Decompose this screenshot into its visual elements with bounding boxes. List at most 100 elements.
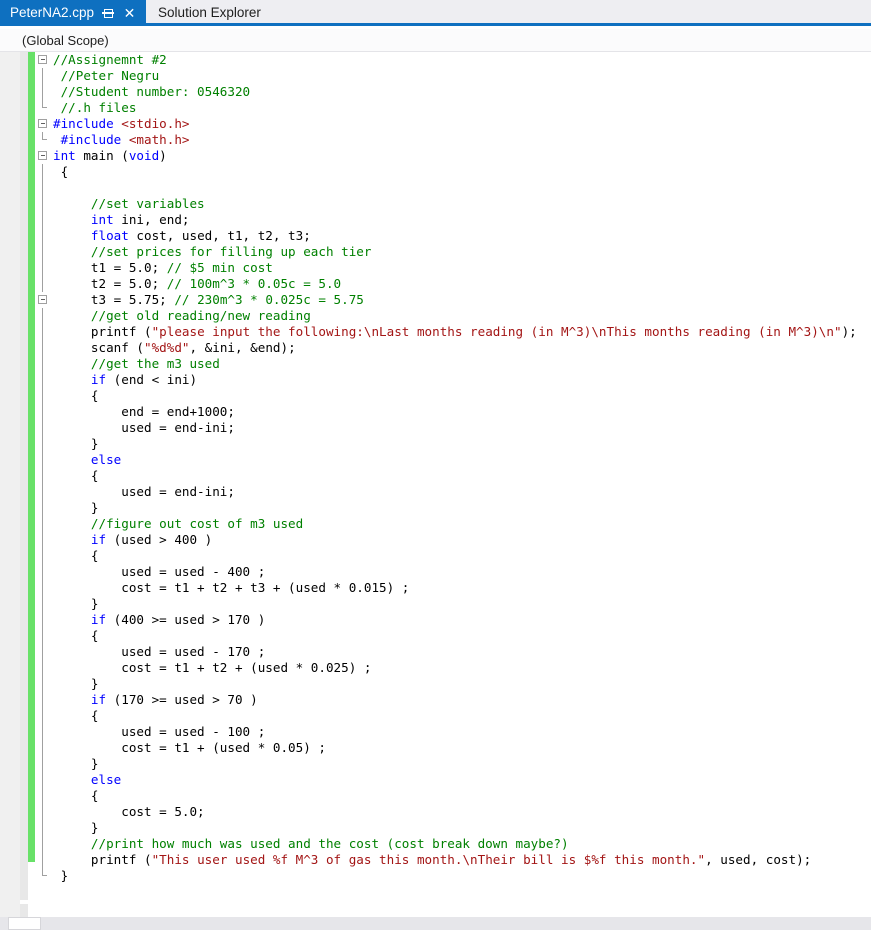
code-token-pln: end = end+1000;	[53, 404, 235, 419]
code-line[interactable]: {	[35, 628, 857, 644]
fold-guide-line	[42, 532, 43, 548]
code-line[interactable]: //.h files	[35, 100, 857, 116]
code-line[interactable]: used = used - 170 ;	[35, 644, 857, 660]
fold-guide-line	[42, 500, 43, 516]
fold-guide-line	[42, 372, 43, 388]
code-line[interactable]: used = end-ini;	[35, 420, 857, 436]
code-token-pln: );	[841, 324, 857, 339]
close-icon[interactable]: ✕	[121, 3, 138, 23]
scope-selector[interactable]: (Global Scope)	[0, 29, 109, 52]
fold-guide-end	[42, 868, 47, 876]
code-token-pln: {	[53, 788, 99, 803]
code-line[interactable]: }	[35, 820, 857, 836]
fold-collapse-icon[interactable]	[38, 151, 47, 160]
fold-guide-line	[42, 852, 43, 868]
code-line[interactable]: //print how much was used and the cost (…	[35, 836, 857, 852]
code-line[interactable]: {	[35, 164, 857, 180]
tab-peterna2-cpp[interactable]: PeterNA2.cpp ✕	[0, 0, 147, 26]
code-token-pln: (400 >= used > 170 )	[106, 612, 266, 627]
horizontal-scroll-thumb[interactable]	[8, 917, 41, 930]
code-editor[interactable]: //Assignemnt #2 //Peter Negru //Student …	[0, 52, 871, 917]
code-token-pln: {	[53, 628, 99, 643]
code-line[interactable]: used = used - 100 ;	[35, 724, 857, 740]
code-token-pln: }	[53, 676, 99, 691]
code-line[interactable]: printf ("This user used %f M^3 of gas th…	[35, 852, 857, 868]
code-line[interactable]: if (400 >= used > 170 )	[35, 612, 857, 628]
code-token-str: "%d%d"	[144, 340, 190, 355]
code-token-pln: )	[159, 148, 167, 163]
fold-guide-line	[42, 516, 43, 532]
code-line[interactable]: if (170 >= used > 70 )	[35, 692, 857, 708]
code-line[interactable]: {	[35, 708, 857, 724]
code-line[interactable]: }	[35, 676, 857, 692]
code-token-pln: main (	[75, 148, 129, 163]
code-line[interactable]: t3 = 5.75; // 230m^3 * 0.025c = 5.75	[35, 292, 857, 308]
code-line[interactable]: cost = 5.0;	[35, 804, 857, 820]
code-line[interactable]: {	[35, 548, 857, 564]
code-line[interactable]: //set prices for filling up each tier	[35, 244, 857, 260]
code-line[interactable]: if (used > 400 )	[35, 532, 857, 548]
code-line[interactable]: used = used - 400 ;	[35, 564, 857, 580]
code-line[interactable]: #include <math.h>	[35, 132, 857, 148]
code-line[interactable]: end = end+1000;	[35, 404, 857, 420]
code-token-pln: t1 = 5.0;	[53, 260, 167, 275]
code-line[interactable]: cost = t1 + t2 + (used * 0.025) ;	[35, 660, 857, 676]
tab-label: Solution Explorer	[158, 5, 261, 20]
code-line[interactable]: {	[35, 388, 857, 404]
code-line[interactable]: int main (void)	[35, 148, 857, 164]
code-line[interactable]: int ini, end;	[35, 212, 857, 228]
code-line[interactable]: t1 = 5.0; // $5 min cost	[35, 260, 857, 276]
code-line[interactable]: {	[35, 468, 857, 484]
code-line[interactable]: float cost, used, t1, t2, t3;	[35, 228, 857, 244]
tab-solution-explorer[interactable]: Solution Explorer	[146, 0, 269, 26]
code-line[interactable]: //figure out cost of m3 used	[35, 516, 857, 532]
fold-guide-line	[42, 212, 43, 228]
code-token-str: <stdio.h>	[121, 116, 190, 131]
fold-guide-line	[42, 756, 43, 772]
code-line[interactable]: }	[35, 436, 857, 452]
code-line[interactable]: used = end-ini;	[35, 484, 857, 500]
code-token-cmt: //get the m3 used	[53, 356, 220, 371]
code-line[interactable]: else	[35, 772, 857, 788]
code-token-cmt: //print how much was used and the cost (…	[53, 836, 569, 851]
code-token-cmt: //.h files	[53, 100, 137, 115]
code-line[interactable]: cost = t1 + (used * 0.05) ;	[35, 740, 857, 756]
code-line[interactable]: //Peter Negru	[35, 68, 857, 84]
fold-collapse-icon[interactable]	[38, 55, 47, 64]
fold-guide-line	[42, 644, 43, 660]
fold-guide-line	[42, 708, 43, 724]
fold-collapse-icon[interactable]	[38, 119, 47, 128]
code-token-kw: #include	[53, 116, 114, 131]
code-token-cmt: //Assignemnt #2	[53, 52, 167, 67]
code-line[interactable]: }	[35, 500, 857, 516]
code-line[interactable]: t2 = 5.0; // 100m^3 * 0.05c = 5.0	[35, 276, 857, 292]
pin-icon[interactable]	[99, 3, 116, 23]
code-token-cmt: //set prices for filling up each tier	[53, 244, 372, 259]
code-line[interactable]: }	[35, 596, 857, 612]
code-line[interactable]: cost = t1 + t2 + t3 + (used * 0.015) ;	[35, 580, 857, 596]
code-line[interactable]	[35, 180, 857, 196]
code-surface[interactable]: //Assignemnt #2 //Peter Negru //Student …	[35, 52, 871, 917]
code-line[interactable]: }	[35, 756, 857, 772]
code-line[interactable]: scanf ("%d%d", &ini, &end);	[35, 340, 857, 356]
fold-guide-line	[42, 564, 43, 580]
horizontal-scrollbar[interactable]	[0, 917, 871, 930]
code-line[interactable]: }	[35, 868, 857, 884]
code-line[interactable]: #include <stdio.h>	[35, 116, 857, 132]
code-line[interactable]: printf ("please input the following:\nLa…	[35, 324, 857, 340]
tab-label: PeterNA2.cpp	[10, 5, 95, 20]
code-line[interactable]: if (end < ini)	[35, 372, 857, 388]
code-token-pln: used = used - 170 ;	[53, 644, 266, 659]
fold-guide-line	[42, 468, 43, 484]
code-line[interactable]: //get the m3 used	[35, 356, 857, 372]
code-token-kw: if	[53, 532, 107, 547]
code-line[interactable]: {	[35, 788, 857, 804]
code-line[interactable]: //get old reading/new reading	[35, 308, 857, 324]
code-line[interactable]: //set variables	[35, 196, 857, 212]
editor-selection-margin[interactable]	[20, 52, 28, 917]
code-line[interactable]: //Assignemnt #2	[35, 52, 857, 68]
code-line[interactable]: //Student number: 0546320	[35, 84, 857, 100]
fold-guide-line	[42, 612, 43, 628]
fold-collapse-icon[interactable]	[38, 295, 47, 304]
code-line[interactable]: else	[35, 452, 857, 468]
